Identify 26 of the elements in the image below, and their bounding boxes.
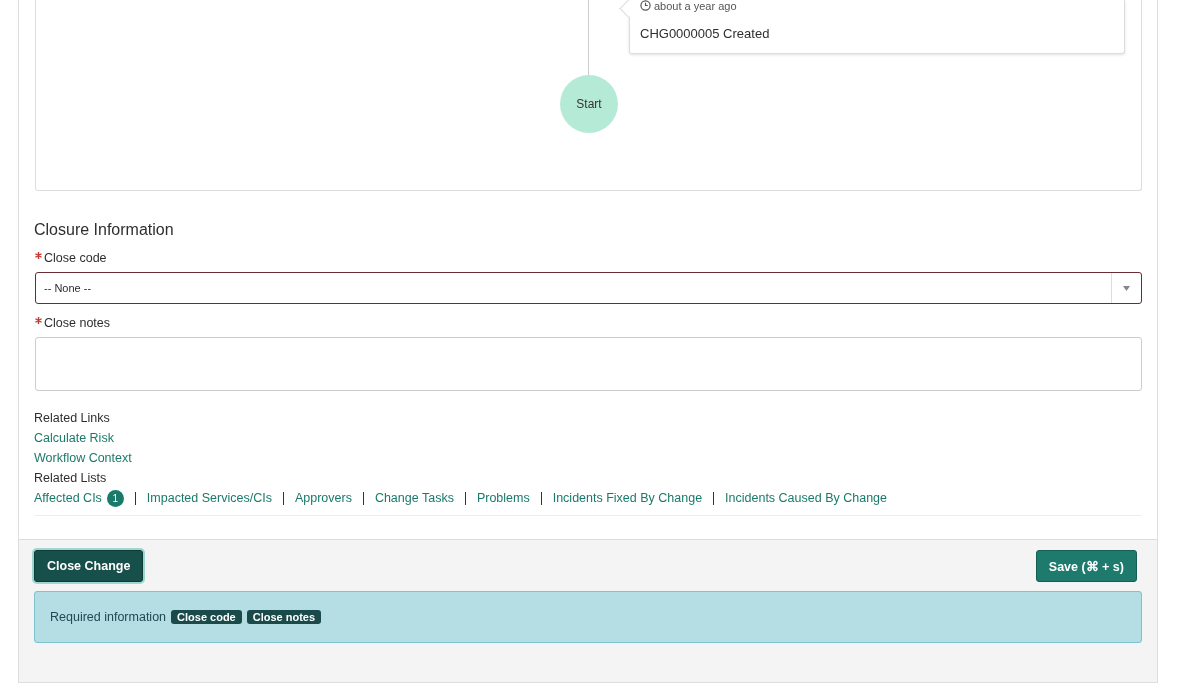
close-change-button[interactable]: Close Change (34, 550, 144, 582)
related-list-tab[interactable]: Incidents Fixed By Change (552, 488, 703, 508)
field-label: Close code (44, 251, 107, 265)
related-links-title: Related Links (34, 410, 111, 427)
related-list-tab[interactable]: Incidents Caused By Change (725, 488, 887, 508)
timestamp: about a year ago (654, 0, 737, 12)
close-code-select[interactable]: -- None -- (35, 272, 1142, 304)
required-field-tag: Close code (171, 610, 242, 624)
timeline-entry: CHG0000005 Created (640, 26, 771, 41)
save-button[interactable]: Save (⌘ + s) (1035, 550, 1137, 582)
count-badge: 1 (106, 489, 124, 507)
related-link[interactable]: Workflow Context (34, 448, 132, 468)
related-lists-title: Related Lists (34, 470, 108, 487)
related-list-tab[interactable]: Change Tasks (374, 488, 454, 508)
related-list-tab[interactable]: Approvers (294, 488, 352, 508)
related-link[interactable]: Calculate Risk (34, 428, 114, 448)
start-node: Start (560, 75, 618, 133)
related-list-tab[interactable]: Affected CIs (34, 488, 102, 508)
caret-icon (1123, 285, 1130, 291)
clock-icon (640, 0, 651, 11)
related-list-tab[interactable]: Problems (476, 488, 530, 508)
section-title: Closure Information (34, 221, 175, 239)
related-list-tab[interactable]: Impacted Services/CIs (146, 488, 272, 508)
field-label: Close notes (44, 316, 110, 330)
required-field-tag: Close notes (246, 610, 322, 624)
required-info-text: Required information (50, 610, 167, 624)
